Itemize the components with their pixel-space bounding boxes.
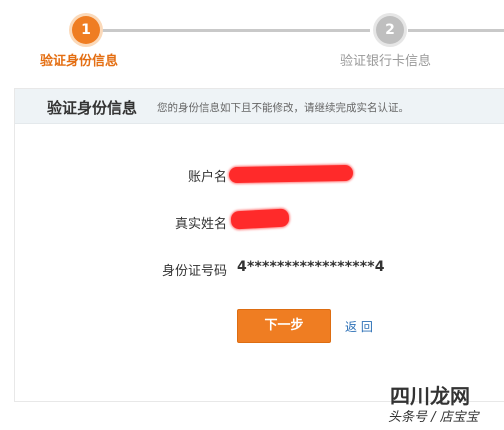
panel-header: 验证身份信息 您的身份信息如下且不能修改，请继续完成实名认证。 <box>15 89 504 124</box>
identity-info-panel: 验证身份信息 您的身份信息如下且不能修改，请继续完成实名认证。 账户名 真实姓名… <box>14 88 504 402</box>
account-name-label: 账户名 <box>187 170 227 185</box>
account-name-redaction <box>228 164 354 184</box>
real-name-redaction <box>230 208 290 230</box>
panel-title: 验证身份信息 <box>47 99 138 117</box>
id-number-value: 4*****************4 <box>237 259 385 275</box>
step-1-indicator: 1 <box>72 16 100 44</box>
real-name-label: 真实姓名 <box>174 217 227 232</box>
next-step-button[interactable]: 下一步 <box>237 309 331 343</box>
step-2-number: 2 <box>385 22 395 38</box>
stepper-connector <box>100 29 370 32</box>
back-link[interactable]: 返 回 <box>345 318 373 335</box>
id-number-label: 身份证号码 <box>161 264 227 279</box>
site-watermark: 四川龙网 头条号 / 店宝宝 <box>388 380 504 430</box>
watermark-logo-text: 四川龙网 <box>390 384 470 408</box>
step-2-indicator: 2 <box>376 16 404 44</box>
panel-note: 您的身份信息如下且不能修改，请继续完成实名认证。 <box>157 102 409 114</box>
progress-stepper: 1 验证身份信息 2 验证银行卡信息 <box>0 0 504 86</box>
step-1-label: 验证身份信息 <box>40 54 119 69</box>
step-2-label: 验证银行卡信息 <box>340 54 432 69</box>
watermark-source-text: 头条号 / 店宝宝 <box>388 410 479 425</box>
step-1-number: 1 <box>81 22 91 38</box>
stepper-connector-tail <box>408 29 504 32</box>
